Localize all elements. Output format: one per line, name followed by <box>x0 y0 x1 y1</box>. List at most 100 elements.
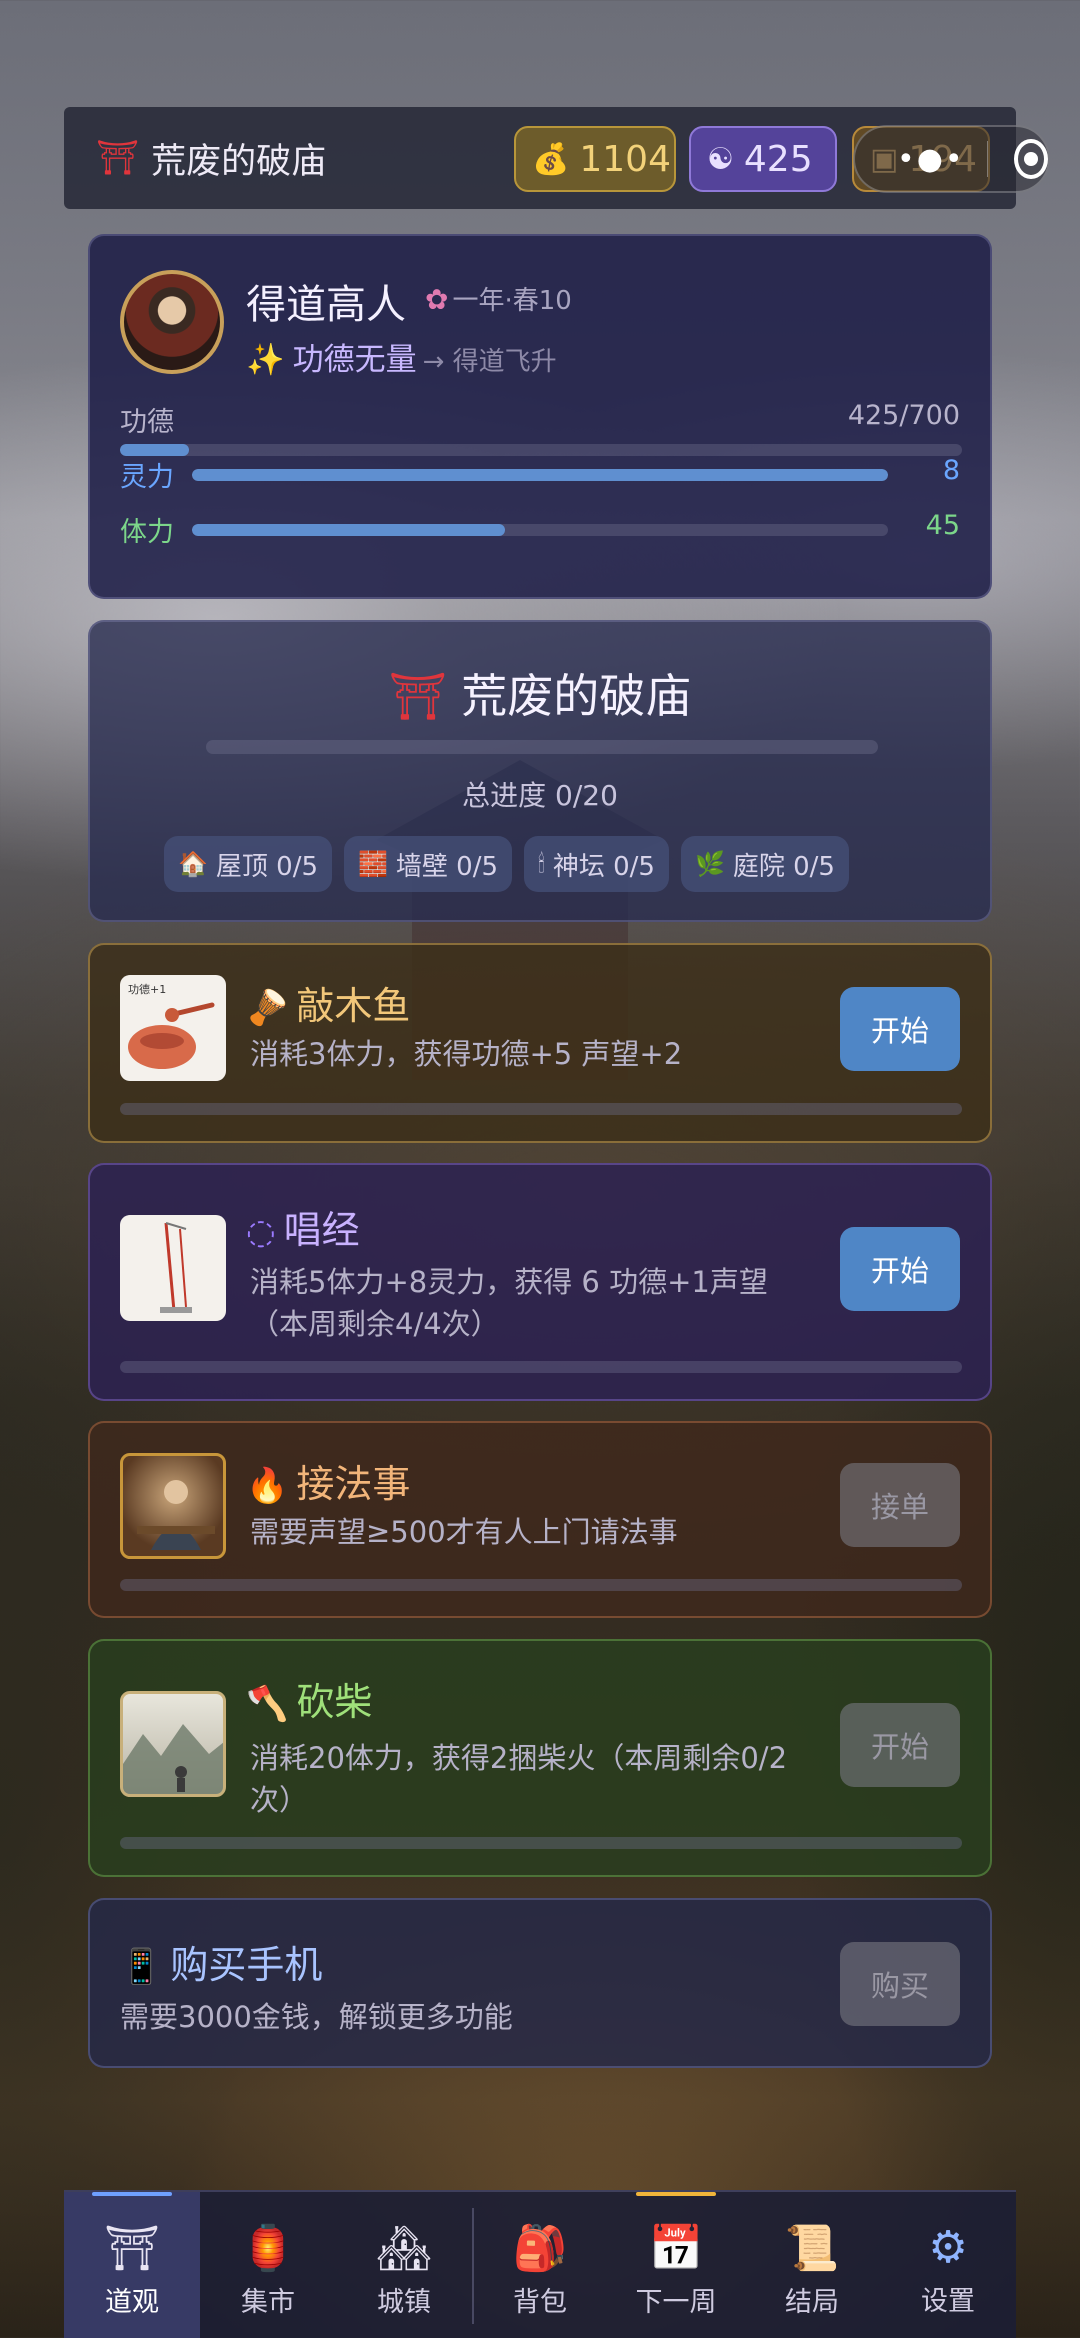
candle-icon: 🕯 <box>538 850 545 878</box>
activity-card-chant: ◌ 唱经 消耗5体力+8灵力，获得 6 功德+1声望（本周剩余4/4次） 开始 <box>88 1163 992 1401</box>
stat-spirit-label: 灵力 <box>120 462 174 493</box>
nav-label: 集市 <box>241 2287 295 2318</box>
chant-thumbnail <box>120 1215 226 1321</box>
capsule-divider <box>986 141 989 177</box>
drum-icon: 🪘 <box>246 988 289 1028</box>
torii-icon: ⛩ <box>96 138 140 178</box>
stamina-bar <box>192 524 888 536</box>
nav-backpack[interactable]: 🎒 背包 <box>472 2192 608 2338</box>
nav-next-week[interactable]: 📅 下一周 <box>608 2192 744 2338</box>
temple-parts: 🏠 屋顶 0/5 🧱 墙壁 0/5 🕯 神坛 0/5 🌿 庭院 0/5 <box>164 836 849 892</box>
target-icon[interactable] <box>1014 139 1048 179</box>
miniprogram-capsule: •●• <box>853 125 1050 193</box>
activity-title: 🔥 接法事 <box>246 1453 410 1508</box>
prayer-beads-icon: ◌ <box>246 1212 276 1252</box>
activity-title: 📱 购买手机 <box>120 1934 322 1989</box>
activity-progress-bar <box>120 1579 962 1591</box>
spirit-bar <box>192 469 888 481</box>
temple-title: 荒废的破庙 <box>461 669 692 723</box>
gold-counter[interactable]: 💰 1104 <box>514 126 676 192</box>
title-text: 功德无量 <box>292 342 417 378</box>
gear-icon: ⚙ <box>928 2222 968 2273</box>
activity-title-text: 购买手机 <box>170 1943 323 1987</box>
merit-bar <box>120 444 962 456</box>
activity-title: 🪓 砍柴 <box>246 1671 372 1726</box>
nav-label: 道观 <box>105 2287 159 2318</box>
yinyang-counter[interactable]: ☯ 425 <box>689 126 837 192</box>
stat-merit-label: 功德 <box>120 407 174 438</box>
part-courtyard[interactable]: 🌿 庭院 0/5 <box>680 836 849 892</box>
start-button[interactable]: 开始 <box>840 1703 960 1787</box>
activity-card-woodfish: 功德+1 🪘 敲木鱼 消耗3体力，获得功德+5 声望+2 开始 <box>88 943 992 1143</box>
monk-icon <box>137 1480 215 1550</box>
activity-progress-bar <box>120 1361 962 1373</box>
nav-ending[interactable]: 📜 结局 <box>744 2192 880 2338</box>
stat-spirit-value: 8 <box>942 455 960 486</box>
nav-label: 结局 <box>785 2287 839 2318</box>
calendar-icon: 📅 <box>648 2223 704 2274</box>
nav-label: 设置 <box>921 2286 975 2317</box>
activity-title-text: 砍柴 <box>296 1680 373 1724</box>
activity-card-chop-wood: 🪓 砍柴 消耗20体力，获得2捆柴火（本周剩余0/2次） 开始 <box>88 1639 992 1877</box>
activity-progress-bar <box>120 1837 962 1849</box>
phone-icon: 📱 <box>120 1947 163 1987</box>
flower-icon: ✿ <box>425 283 449 316</box>
nav-temple[interactable]: ⛩ 道观 <box>64 2192 200 2338</box>
activity-desc: 消耗5体力+8灵力，获得 6 功德+1声望（本周剩余4/4次） <box>250 1265 768 1341</box>
activity-card-buy-phone: 📱 购买手机 需要3000金钱，解锁更多功能 购买 <box>88 1898 992 2068</box>
scroll-icon: 📜 <box>784 2223 840 2274</box>
temple-icon: ⛩ <box>104 2223 160 2274</box>
herb-icon: 🌿 <box>694 850 725 878</box>
accept-order-button[interactable]: 接单 <box>840 1463 960 1547</box>
nav-label: 城镇 <box>377 2287 431 2318</box>
part-wall[interactable]: 🧱 墙壁 0/5 <box>344 836 512 892</box>
start-button[interactable]: 开始 <box>840 1227 960 1311</box>
start-button[interactable]: 开始 <box>840 987 960 1071</box>
torii-icon: ⛩ <box>388 669 448 723</box>
woodfish-icon: 功德+1 <box>128 982 215 1069</box>
more-dots-icon[interactable]: •●• <box>897 142 965 177</box>
activity-title-text: 接法事 <box>296 1462 411 1506</box>
profile-card: 得道高人 ✿ 一年·春10 ✨ 功德无量 → 得道飞升 功德 425/700 灵力 8… <box>88 234 992 599</box>
fire-icon: 🔥 <box>246 1466 289 1506</box>
chop-wood-thumbnail <box>120 1691 226 1797</box>
temple-total-progress: 总进度 0/20 <box>462 779 618 812</box>
temple-card: ⛩ 荒废的破庙 总进度 0/20 🏠 屋顶 0/5 🧱 墙壁 0/5 🕯 神坛 0/5 … <box>88 620 992 922</box>
stat-merit-value: 425/700 <box>847 400 960 431</box>
nav-town[interactable]: 🏘 城镇 <box>336 2192 472 2338</box>
activity-desc: 消耗20体力，获得2捆柴火（本周剩余0/2次） <box>250 1741 788 1817</box>
player-name: 得道高人 <box>246 282 406 328</box>
prayer-staff-icon <box>160 1222 192 1313</box>
activity-title: ◌ 唱经 <box>246 1199 360 1254</box>
activity-title-text: 敲木鱼 <box>296 984 411 1028</box>
part-altar[interactable]: 🕯 神坛 0/5 <box>524 836 669 892</box>
bottom-nav: ⛩ 道观 🏮 集市 🏘 城镇 🎒 背包 📅 下一周 📜 结局 ⚙ 设置 <box>64 2190 1016 2338</box>
market-icon: 🏮 <box>240 2223 296 2274</box>
nav-label: 背包 <box>513 2287 567 2318</box>
spirit-bar-fill <box>192 469 888 481</box>
temple-progress-bar <box>206 740 878 754</box>
next-title: → 得道飞升 <box>422 347 557 377</box>
stamina-bar-fill <box>192 524 506 536</box>
avatar[interactable] <box>120 270 224 374</box>
stat-stamina-label: 体力 <box>120 517 174 548</box>
temple-heading: ⛩ 荒废的破庙 <box>90 660 990 726</box>
buy-button[interactable]: 购买 <box>840 1942 960 2026</box>
activity-progress-bar <box>120 1103 962 1115</box>
season-text: 一年·春10 <box>452 286 572 316</box>
nav-settings[interactable]: ⚙ 设置 <box>880 2192 1016 2338</box>
nav-label: 下一周 <box>635 2287 717 2318</box>
yin-yang-icon: ☯ <box>707 141 734 177</box>
sparkles-icon: ✨ <box>246 342 285 378</box>
location-title: 荒废的破庙 <box>151 141 327 182</box>
house-icon: 🏠 <box>178 850 208 878</box>
thumb-label: 功德+1 <box>128 982 166 996</box>
nav-market[interactable]: 🏮 集市 <box>200 2192 336 2338</box>
yinyang-value: 425 <box>743 138 813 180</box>
axe-icon: 🪓 <box>246 1684 289 1724</box>
part-roof[interactable]: 🏠 屋顶 0/5 <box>164 836 332 892</box>
activity-title-text: 唱经 <box>283 1208 360 1252</box>
part-label: 墙壁 0/5 <box>395 851 498 882</box>
money-bag-icon: 💰 <box>532 141 570 177</box>
stat-stamina-value: 45 <box>925 510 960 541</box>
